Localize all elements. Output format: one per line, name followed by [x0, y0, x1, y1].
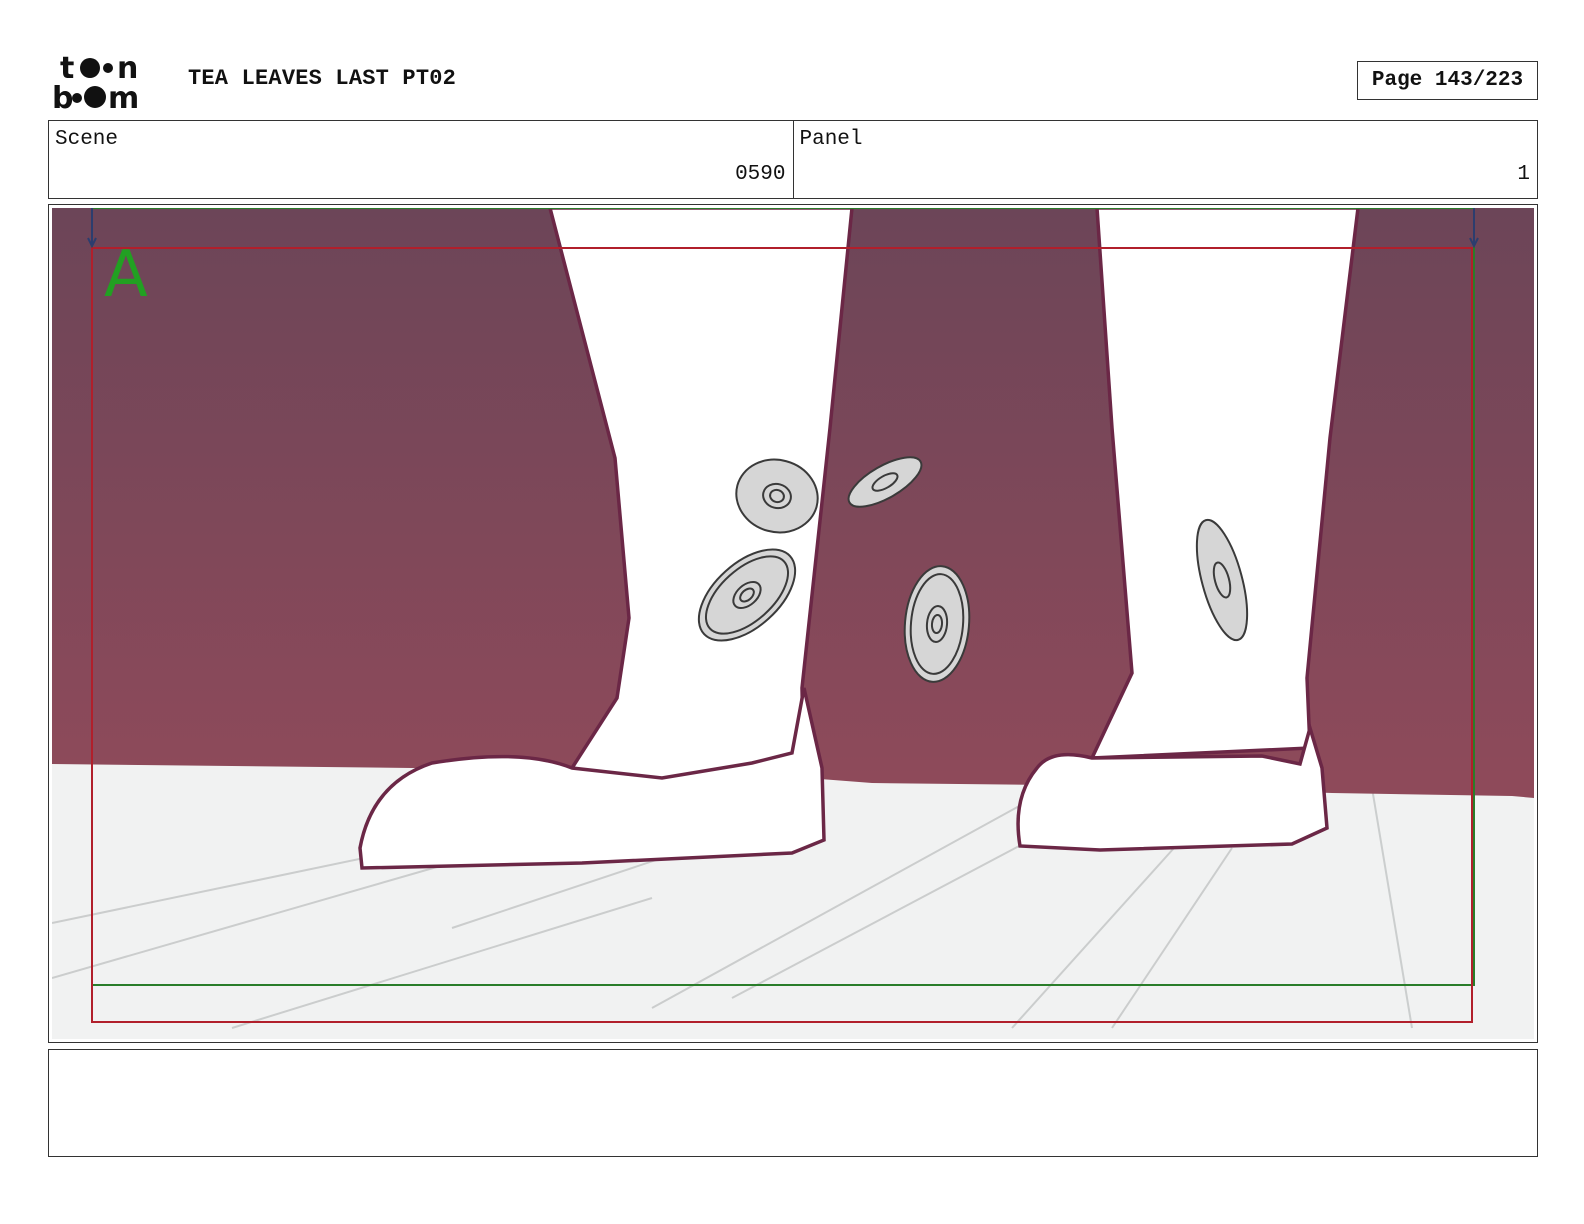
panel-label: Panel	[799, 128, 863, 151]
panel-drawing: A	[52, 208, 1534, 1039]
scene-panel-info: Scene 0590 Panel 1	[48, 120, 1538, 199]
toonboom-logo-mark: t n b m	[52, 51, 139, 112]
svg-text:b: b	[52, 81, 73, 112]
dialogue-notes-box	[48, 1049, 1538, 1157]
scene-label: Scene	[55, 128, 119, 151]
panel-number: 1	[1517, 163, 1530, 186]
document-title: TEA LEAVES LAST PT02	[188, 66, 457, 91]
page-indicator: Page 143/223	[1357, 61, 1538, 100]
panel-cell: Panel 1	[792, 121, 1538, 198]
svg-text:m: m	[108, 81, 139, 112]
storyboard-panel-image: A	[52, 208, 1534, 1039]
toonboom-logo: t n b m	[52, 50, 164, 112]
scene-cell: Scene 0590	[49, 121, 793, 198]
layer-marker: A	[104, 238, 148, 312]
scene-number: 0590	[735, 163, 786, 186]
